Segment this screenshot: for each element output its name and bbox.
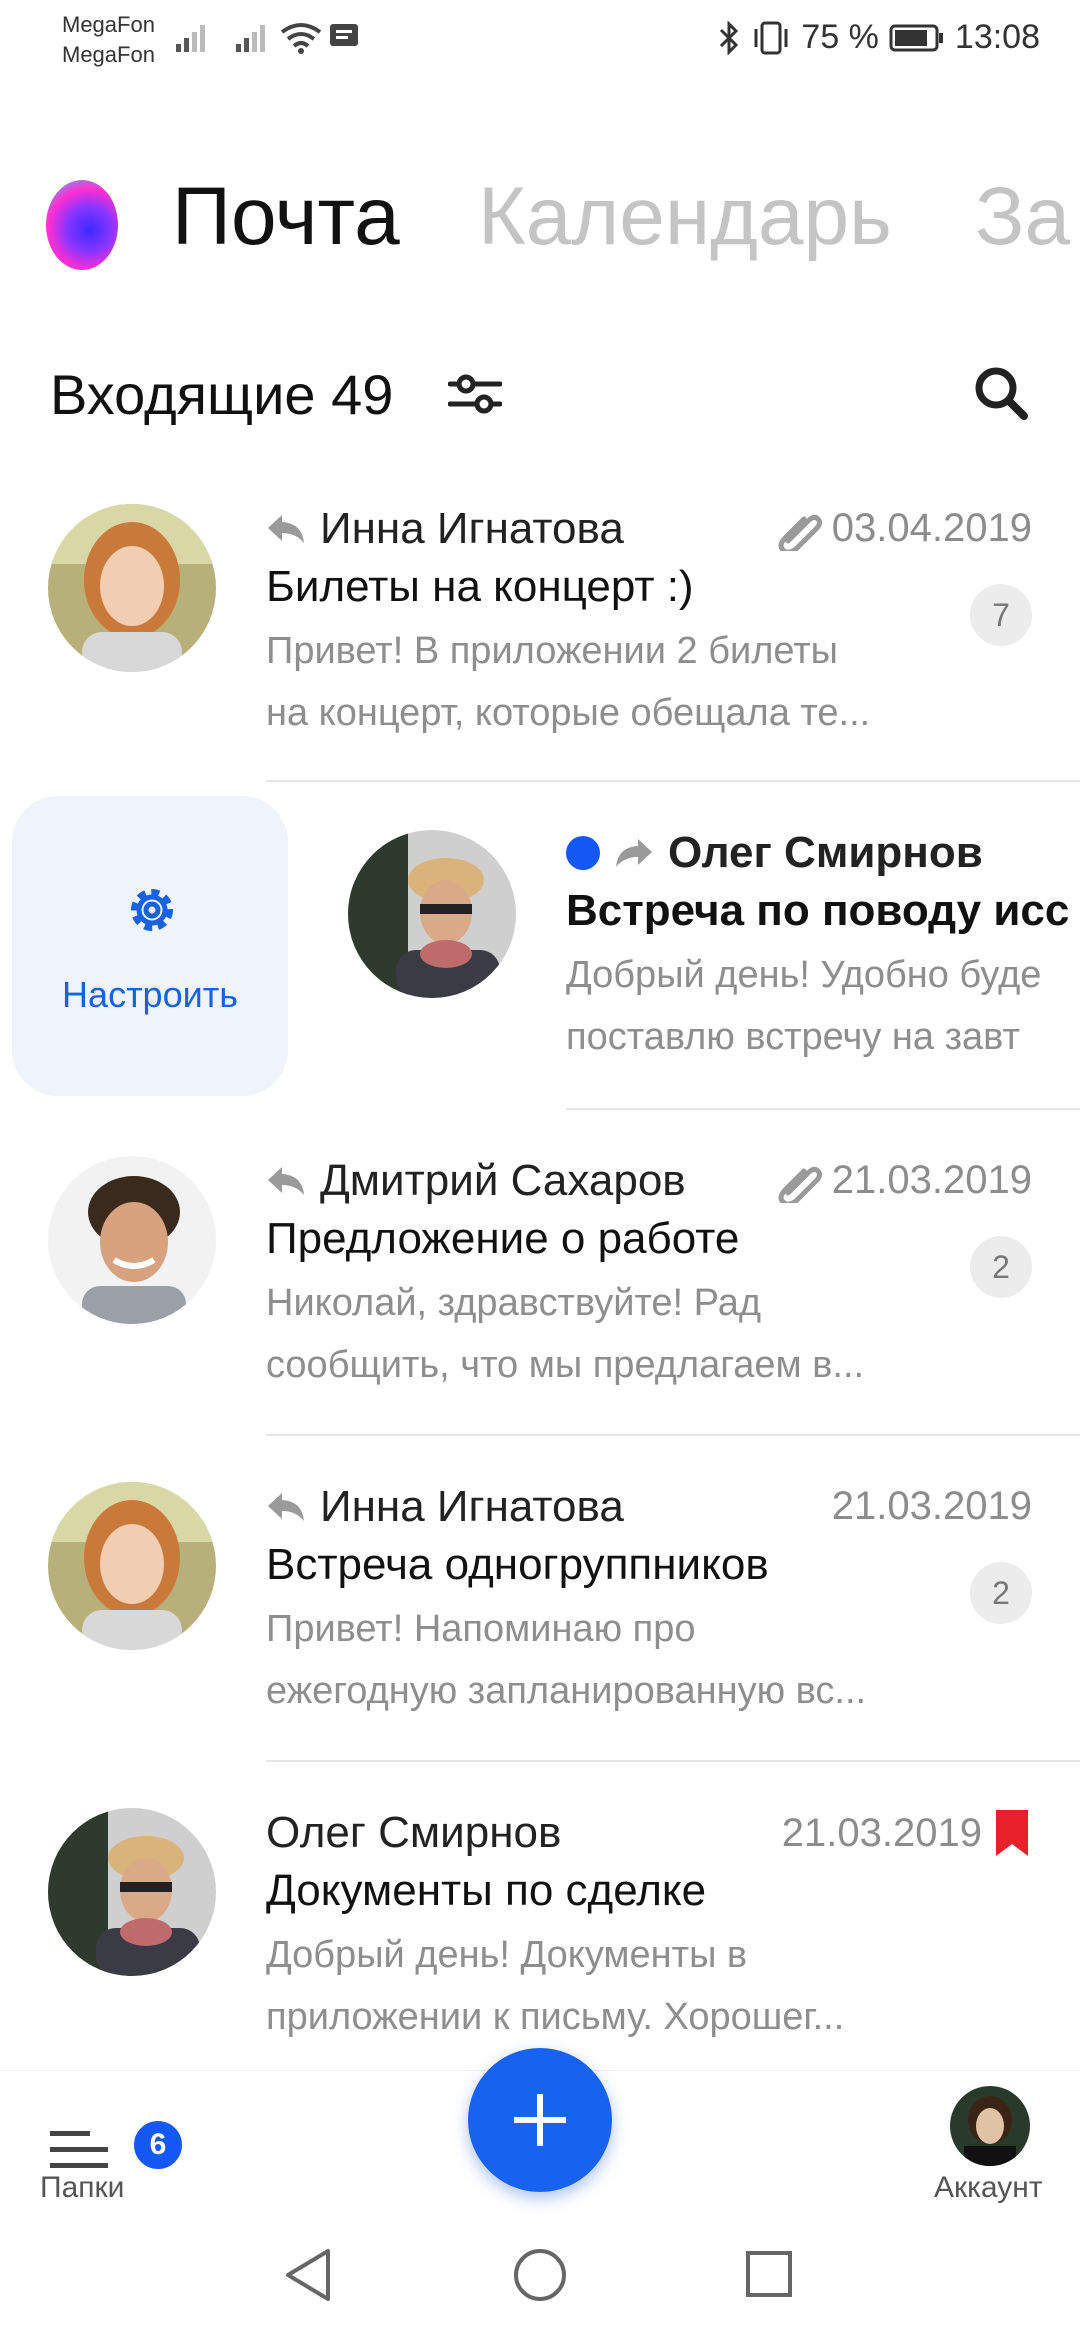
signal-icon — [236, 25, 265, 52]
folders-badge: 6 — [130, 2117, 186, 2173]
preview-line: поставлю встречу на завт — [566, 1016, 1020, 1058]
email-row[interactable]: Олег Смирнов 21.03.2019 Документы по сде… — [0, 1784, 1080, 2070]
recents-icon[interactable] — [742, 2245, 798, 2305]
carrier-names: MegaFon MegaFon — [62, 10, 155, 70]
attachment-icon — [778, 1166, 822, 1203]
battery-icon — [889, 24, 943, 51]
reply-icon — [268, 1167, 304, 1195]
battery-percent: 75 % — [801, 18, 879, 56]
avatar — [48, 1808, 216, 1976]
inbox-title[interactable]: Входящие 49 — [50, 362, 393, 427]
email-date: 21.03.2019 — [782, 1808, 1032, 1858]
status-right: 75 % 13:08 — [717, 18, 1040, 57]
email-subject: Встреча по поводу исс — [566, 886, 1070, 935]
account-avatar[interactable] — [950, 2086, 1030, 2166]
sender-line: Олег Смирнов — [566, 828, 983, 878]
search-icon[interactable] — [974, 366, 1030, 422]
email-row[interactable]: Инна Игнатова 21.03.2019 Встреча одногру… — [0, 1458, 1080, 1758]
signal-icon — [176, 25, 205, 52]
sender-name: Инна Игнатова — [320, 1482, 624, 1531]
clock: 13:08 — [954, 18, 1040, 56]
email-row[interactable]: Олег Смирнов Встреча по поводу исс Добры… — [0, 808, 1080, 1108]
inbox-title-label: Входящие — [50, 363, 316, 426]
email-preview: Привет! В приложении 2 билеты на концерт… — [266, 620, 870, 744]
email-row[interactable]: Дмитрий Сахаров 21.03.2019 Предложение о… — [0, 1132, 1080, 1432]
tab-tasks[interactable]: За — [975, 170, 1070, 264]
plus-icon — [514, 2094, 566, 2146]
email-preview: Николай, здравствуйте! Рад сообщить, что… — [266, 1272, 864, 1396]
divider — [566, 1108, 1080, 1110]
avatar — [48, 504, 216, 672]
reply-icon — [268, 515, 304, 543]
divider — [266, 1434, 1080, 1436]
date-text: 03.04.2019 — [831, 506, 1032, 550]
message-icon — [330, 24, 358, 46]
preview-line: Привет! В приложении 2 билеты — [266, 630, 838, 672]
bluetooth-icon — [720, 20, 739, 55]
carrier-1: MegaFon — [62, 12, 155, 37]
compose-button[interactable] — [468, 2048, 612, 2192]
email-date: 21.03.2019 — [778, 1158, 1032, 1203]
tab-calendar[interactable]: Календарь — [478, 170, 892, 264]
filter-icon[interactable] — [448, 374, 502, 414]
sender-name: Олег Смирнов — [668, 828, 983, 877]
email-preview: Добрый день! Удобно буде поставлю встреч… — [566, 944, 1041, 1068]
sender-line: Инна Игнатова — [266, 504, 624, 554]
wifi-icon — [280, 23, 322, 54]
preview-line: сообщить, что мы предлагаем в... — [266, 1344, 865, 1386]
account-label[interactable]: Аккаунт — [934, 2171, 1043, 2205]
email-date: 21.03.2019 — [832, 1484, 1032, 1529]
email-subject: Встреча одногруппников — [266, 1540, 769, 1589]
sender-line: Олег Смирнов — [266, 1808, 561, 1858]
email-date: 03.04.2019 — [778, 506, 1032, 551]
sender-name: Дмитрий Сахаров — [320, 1156, 686, 1205]
vibrate-icon — [754, 21, 788, 54]
preview-line: Николай, здравствуйте! Рад — [266, 1282, 762, 1324]
preview-line: Добрый день! Документы в — [266, 1934, 748, 1976]
email-subject: Билеты на концерт :) — [266, 562, 694, 611]
date-text: 21.03.2019 — [781, 1810, 982, 1855]
date-text: 21.03.2019 — [831, 1484, 1032, 1528]
forward-icon — [616, 839, 652, 867]
attachment-icon — [778, 514, 822, 551]
app-logo-icon[interactable] — [46, 180, 118, 270]
back-icon[interactable] — [282, 2245, 336, 2305]
preview-line: Привет! Напоминаю про — [266, 1608, 696, 1650]
sender-line: Инна Игнатова — [266, 1482, 624, 1532]
email-row[interactable]: Инна Игнатова 03.04.2019 Билеты на конце… — [0, 480, 1080, 780]
divider — [266, 780, 1080, 782]
email-preview: Привет! Напоминаю про ежегодную запланир… — [266, 1598, 866, 1722]
avatar — [48, 1156, 216, 1324]
sender-name: Олег Смирнов — [266, 1808, 562, 1857]
preview-line: Добрый день! Удобно буде — [566, 954, 1042, 996]
sender-name: Инна Игнатова — [320, 504, 624, 553]
email-subject: Предложение о работе — [266, 1214, 740, 1263]
reply-icon — [268, 1493, 304, 1521]
avatar — [48, 1482, 216, 1650]
sender-line: Дмитрий Сахаров — [266, 1156, 686, 1206]
email-preview: Добрый день! Документы в приложении к пи… — [266, 1924, 844, 2048]
folders-label[interactable]: Папки — [40, 2171, 124, 2205]
app-tabs: Почта Календарь За — [0, 150, 1080, 300]
thread-count-badge: 2 — [970, 1562, 1032, 1624]
divider — [266, 1760, 1080, 1762]
unread-indicator — [566, 836, 600, 870]
preview-line: на концерт, которые обещала те... — [266, 692, 871, 734]
date-text: 21.03.2019 — [831, 1158, 1032, 1202]
inbox-count: 49 — [331, 363, 394, 426]
flag-icon[interactable] — [992, 1808, 1032, 1858]
avatar — [348, 830, 516, 998]
carrier-2: MegaFon — [62, 42, 155, 67]
preview-line: приложении к письму. Хорошег... — [266, 1996, 845, 2038]
status-bar: MegaFon MegaFon 75 % 13:08 — [0, 0, 1080, 80]
thread-count-badge: 2 — [970, 1236, 1032, 1298]
preview-line: ежегодную запланированную вс... — [266, 1670, 867, 1712]
home-icon[interactable] — [512, 2245, 568, 2305]
email-subject: Документы по сделке — [266, 1866, 707, 1915]
thread-count-badge: 7 — [970, 584, 1032, 646]
tab-mail[interactable]: Почта — [172, 170, 400, 264]
